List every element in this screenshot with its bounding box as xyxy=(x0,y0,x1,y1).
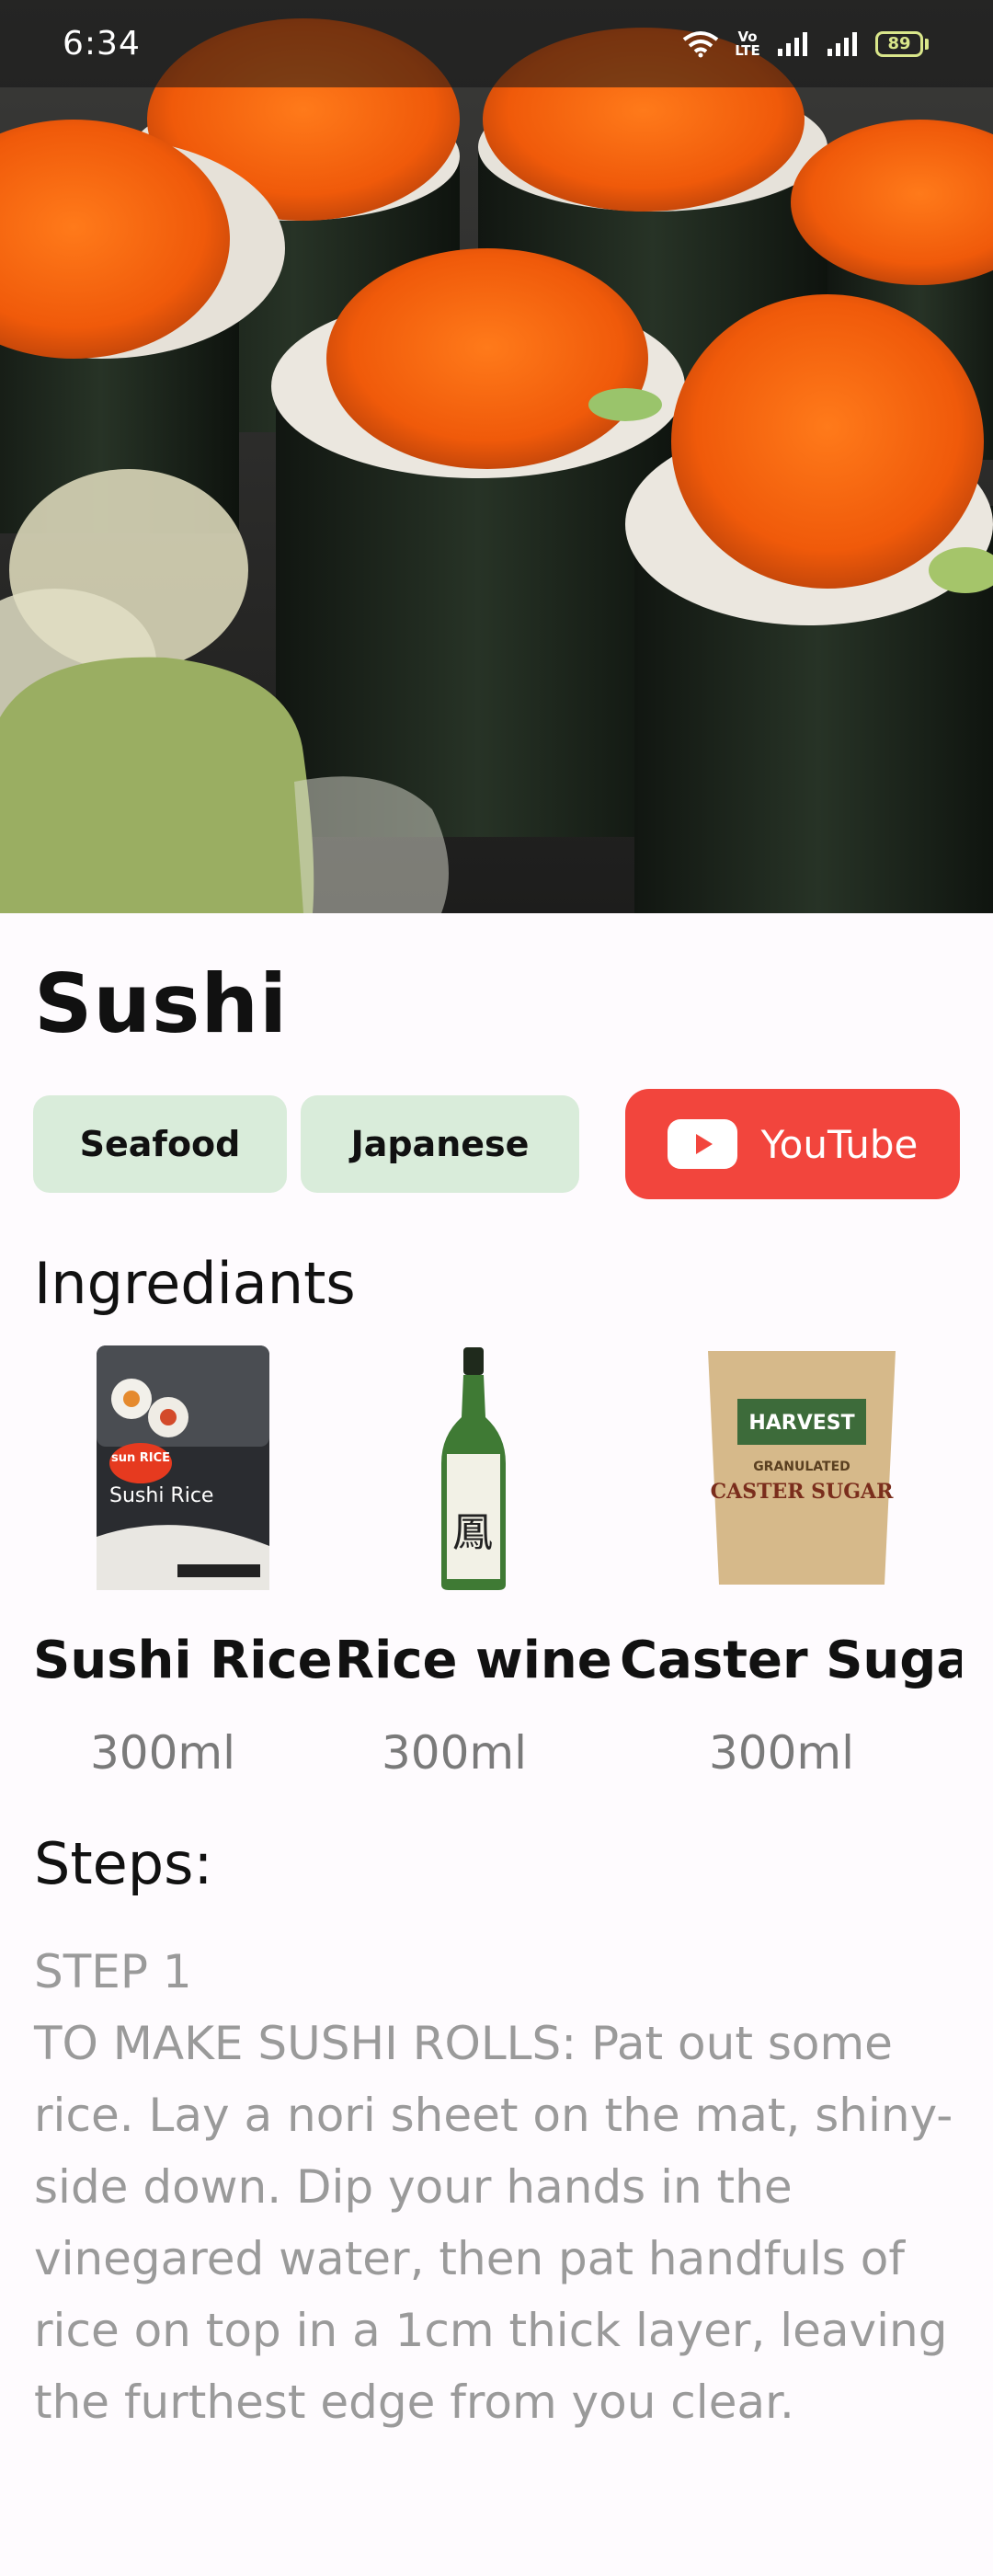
step-description: TO MAKE SUSHI ROLLS: Pat out some rice. … xyxy=(34,2017,953,2429)
sunrice-brand: sun RICE xyxy=(111,1451,170,1465)
tag-japanese: Japanese xyxy=(301,1095,579,1193)
recipe-details: Sushi Seafood Japanese YouTube Ingredian… xyxy=(0,913,993,2576)
recipe-hero-image xyxy=(0,0,993,913)
ingredient-image-sushi-rice: sun RICE Sushi Rice xyxy=(95,1344,271,1592)
volte-label: Vo LTE xyxy=(735,28,760,59)
caster-sugar-package-label: CASTER SUGAR xyxy=(711,1480,894,1504)
recipe-title: Sushi xyxy=(34,956,289,1051)
ingredient-image-rice-wine: 鳳 xyxy=(432,1344,515,1592)
ingredient-name-sushi-rice: Sushi Rice xyxy=(33,1631,333,1690)
status-bar: 6:34 Vo LTE 89 xyxy=(0,0,993,87)
ingredient-image-caster-sugar: HARVEST GRANULATED CASTER SUGAR xyxy=(701,1344,903,1592)
svg-text:鳳: 鳳 xyxy=(452,1509,493,1556)
ingredient-amount-sushi-rice: 300ml xyxy=(90,1726,236,1780)
ingredient-name-rice-wine: Rice wine xyxy=(335,1631,612,1690)
sushi-rice-package-label: Sushi Rice xyxy=(109,1484,213,1507)
youtube-button[interactable]: YouTube xyxy=(625,1089,960,1199)
battery-level: 89 xyxy=(875,30,923,57)
signal-icon-1 xyxy=(778,31,807,56)
status-time: 6:34 xyxy=(63,25,141,63)
harvest-brand: HARVEST xyxy=(748,1412,854,1435)
ingredient-name-caster-sugar: Caster Suga xyxy=(620,1631,962,1690)
status-icons: Vo LTE 89 xyxy=(682,28,929,59)
youtube-play-icon xyxy=(667,1119,737,1169)
granulated-label: GRANULATED xyxy=(753,1460,850,1474)
ingredient-amount-caster-sugar: 300ml xyxy=(709,1726,855,1780)
youtube-label: YouTube xyxy=(760,1121,919,1167)
steps-heading: Steps: xyxy=(34,1830,213,1897)
step-1: STEP 1 TO MAKE SUSHI ROLLS: Pat out some… xyxy=(34,1936,963,2438)
step-label: STEP 1 xyxy=(34,1945,192,1998)
wifi-icon xyxy=(682,30,719,57)
tag-seafood: Seafood xyxy=(33,1095,287,1193)
battery-icon: 89 xyxy=(875,30,929,57)
ingredient-amount-rice-wine: 300ml xyxy=(382,1726,528,1780)
signal-icon-2 xyxy=(828,31,857,56)
ingredients-heading: Ingrediants xyxy=(34,1250,356,1317)
